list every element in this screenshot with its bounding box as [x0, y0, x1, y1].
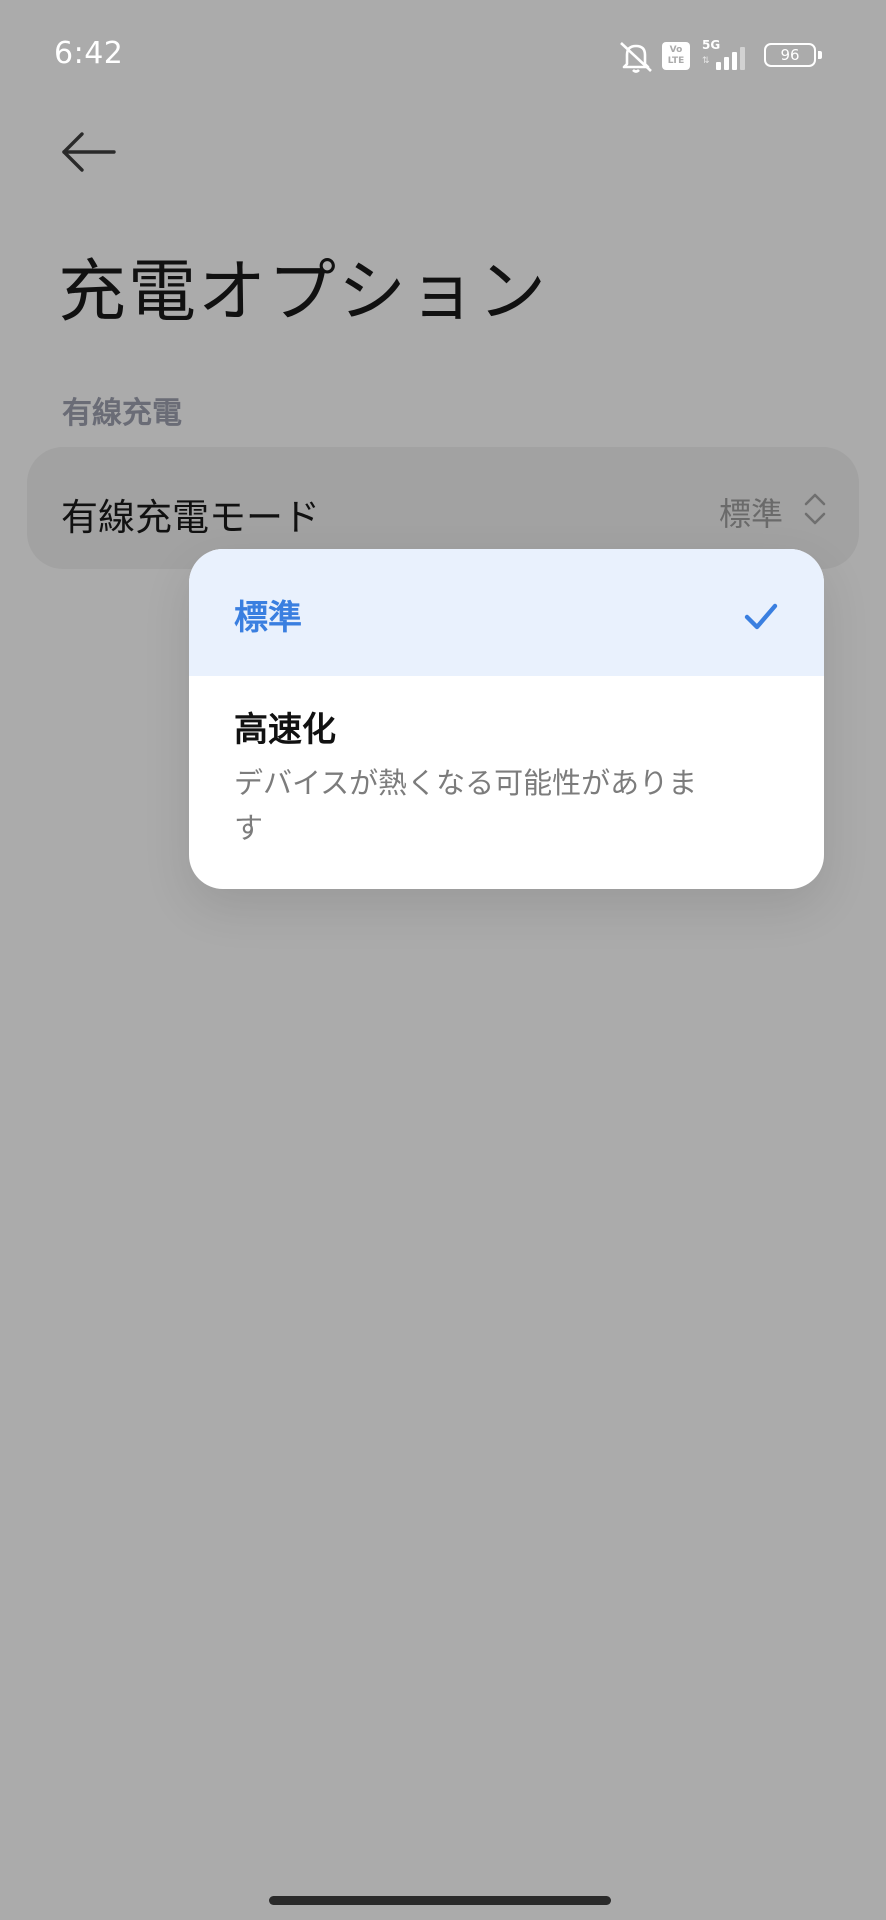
charging-mode-popup: 標準 高速化 デバイスが熱くなる可能性があります	[189, 549, 824, 889]
status-time: 6:42	[54, 36, 124, 71]
arrow-left-icon	[62, 132, 116, 172]
status-bar: 6:42 Vo LTE 5G ⇅ 96	[0, 0, 886, 112]
chevron-up-down-icon	[804, 493, 826, 525]
option-fast-label: 高速化	[234, 710, 336, 750]
battery-level: 96	[780, 46, 800, 64]
signal-arrows: ⇅	[702, 56, 710, 66]
signal-bar-1	[716, 62, 721, 70]
setting-value: 標準	[718, 495, 783, 533]
signal-bar-2	[724, 57, 729, 70]
check-icon	[744, 603, 778, 630]
option-standard[interactable]: 標準	[189, 549, 824, 676]
battery-tip	[818, 51, 822, 59]
signal-bar-3	[732, 52, 737, 70]
volte-icon: Vo LTE	[662, 42, 690, 70]
battery-icon: 96	[764, 43, 824, 67]
back-button[interactable]	[54, 124, 126, 180]
option-fast-description: デバイスが熱くなる可能性があります	[234, 766, 698, 845]
battery-body: 96	[764, 43, 816, 67]
page-title: 充電オプション	[58, 253, 549, 332]
muted-bell-icon	[620, 42, 652, 73]
network-type-label: 5G	[702, 38, 721, 52]
status-icons: Vo LTE 5G ⇅ 96	[618, 38, 828, 74]
signal-5g-icon: 5G ⇅	[700, 38, 754, 72]
option-standard-label: 標準	[234, 598, 302, 638]
home-indicator[interactable]	[269, 1896, 611, 1905]
section-header: 有線充電	[62, 396, 182, 431]
signal-bar-4	[740, 47, 745, 70]
volte-bottom-text: LTE	[667, 56, 685, 66]
volte-top-text: Vo	[669, 45, 683, 55]
option-fast[interactable]: 高速化 デバイスが熱くなる可能性があります	[189, 676, 824, 889]
setting-label: 有線充電モード	[61, 496, 320, 539]
